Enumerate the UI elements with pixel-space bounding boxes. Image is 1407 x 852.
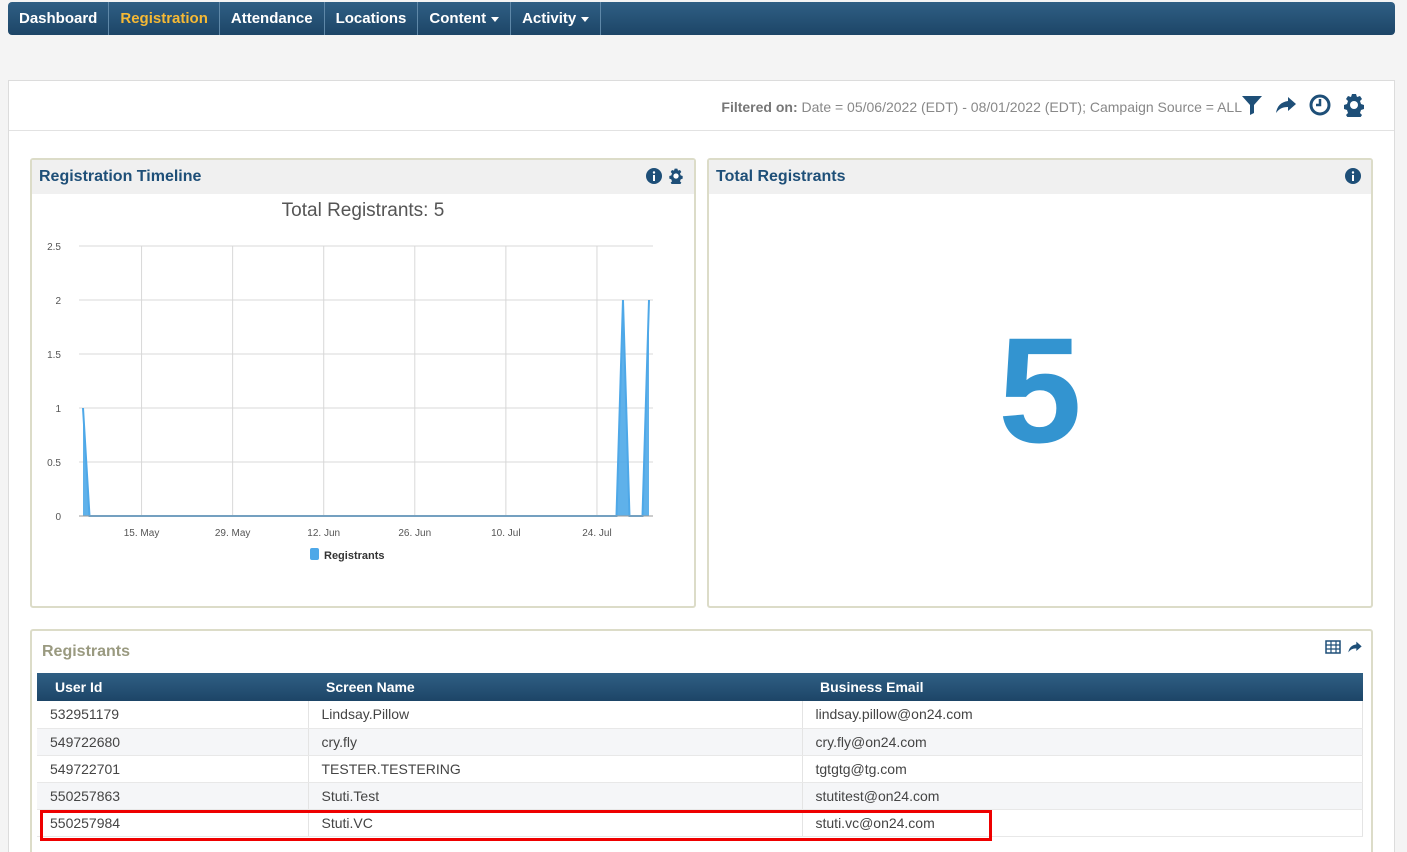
y-tick-label: 1 [55,404,61,415]
column-header-business-email[interactable]: Business Email [802,673,1363,701]
share-icon[interactable] [1274,93,1298,117]
legend-swatch [310,548,319,560]
user-id-cell: 550257984 [37,809,309,837]
registration-timeline-chart: 0 0.5 1 1.5 2 2.5 15. May 29. May 12. Jun 26. Jun… [47,242,653,562]
y-tick-label: 0.5 [47,458,61,469]
y-tick-label: 0 [55,512,61,523]
user-id-cell: 550257863 [37,782,309,810]
nav-item-dashboard[interactable]: Dashboard [8,2,110,35]
top-nav: Dashboard Registration Attendance Locations… [8,2,1395,35]
clock-icon[interactable] [1308,93,1332,117]
x-tick-label: 12. Jun [307,528,340,539]
widget-actions [646,168,684,184]
business-email-cell: lindsay.pillow@on24.com [802,701,1363,729]
filter-icon[interactable] [1240,93,1264,117]
nav-item-label: Dashboard [19,10,98,27]
widget-actions [1345,168,1361,184]
user-id-cell: 549722680 [37,728,309,756]
table-header-row: User Id Screen Name Business Email [37,673,1363,701]
widget-title: Registrants [42,643,131,660]
nav-item-content[interactable]: Content [418,2,512,35]
table-icon[interactable] [1325,639,1341,655]
filter-text: Date = 05/06/2022 (EDT) - 08/01/2022 (ED… [797,99,1242,115]
business-email-cell: tgtgtg@tg.com [802,755,1363,783]
registrants-table: User Id Screen Name Business Email 53295… [37,673,1363,837]
y-tick-label: 1.5 [47,350,61,361]
nav-item-registration[interactable]: Registration [109,2,220,35]
widget-title: Registration Timeline [39,168,202,185]
widget-actions [1325,639,1363,655]
registrants-widget: Registrants User Id Screen Name Business… [30,629,1373,852]
table-row[interactable]: 532951179 Lindsay.Pillow lindsay.pillow@on… [37,701,1363,729]
business-email-cell: stutitest@on24.com [802,782,1363,810]
x-tick-label: 29. May [215,528,251,539]
screen-name-cell: TESTER.TESTERING [308,755,803,783]
info-icon[interactable] [1345,168,1361,184]
widget-title: Total Registrants [716,168,846,185]
x-tick-label: 24. Jul [582,528,611,539]
info-icon[interactable] [646,168,662,184]
user-id-cell: 549722701 [37,755,309,783]
gear-icon[interactable] [668,168,684,184]
column-header-user-id[interactable]: User Id [37,673,308,701]
x-tick-label: 26. Jun [398,528,431,539]
registration-timeline-widget: Registration Timeline Total Registrants:… [30,158,696,608]
legend-label: Registrants [324,550,385,562]
chevron-down-icon [491,17,500,22]
filter-actions [1240,93,1366,117]
table-row[interactable]: 549722701 TESTER.TESTERING tgtgtg@tg.com [37,755,1363,783]
business-email-cell: cry.fly@on24.com [802,728,1363,756]
nav-item-attendance[interactable]: Attendance [220,2,325,35]
column-header-screen-name[interactable]: Screen Name [308,673,802,701]
nav-item-label: Registration [120,10,208,27]
screen-name-cell: Stuti.Test [308,782,803,810]
nav-item-locations[interactable]: Locations [325,2,419,35]
business-email-cell: stuti.vc@on24.com [802,809,1363,837]
nav-item-label: Activity [522,10,577,27]
gear-icon[interactable] [1342,93,1366,117]
filter-bar: Filtered on: Date = 05/06/2022 (EDT) - 0… [9,81,1394,131]
user-id-cell: 532951179 [37,701,309,729]
screen-name-cell: Stuti.VC [308,809,803,837]
filter-label: Filtered on: [721,99,798,115]
screen-name-cell: cry.fly [308,728,803,756]
table-row[interactable]: 550257984 Stuti.VC stuti.vc@on24.com [37,809,1363,837]
nav-item-label: Attendance [230,10,313,27]
nav-item-activity[interactable]: Activity [511,2,602,35]
total-registrants-widget: Total Registrants 5 [707,158,1373,608]
x-tick-label: 15. May [124,528,160,539]
nav-item-label: Content [429,10,487,27]
y-tick-label: 2.5 [47,242,61,253]
screen-name-cell: Lindsay.Pillow [308,701,803,729]
total-registrants-value: 5 [998,306,1082,474]
chevron-down-icon [581,17,590,22]
nav-item-label: Locations [335,10,407,27]
x-tick-label: 10. Jul [491,528,520,539]
widget-header: Total Registrants [709,160,1371,194]
table-row[interactable]: 550257863 Stuti.Test stutitest@on24.com [37,782,1363,810]
table-row[interactable]: 549722680 cry.fly cry.fly@on24.com [37,728,1363,756]
y-tick-label: 2 [55,296,61,307]
filter-summary: Filtered on: Date = 05/06/2022 (EDT) - 0… [721,99,1242,115]
share-icon[interactable] [1347,639,1363,655]
widget-header: Registration Timeline [32,160,694,194]
